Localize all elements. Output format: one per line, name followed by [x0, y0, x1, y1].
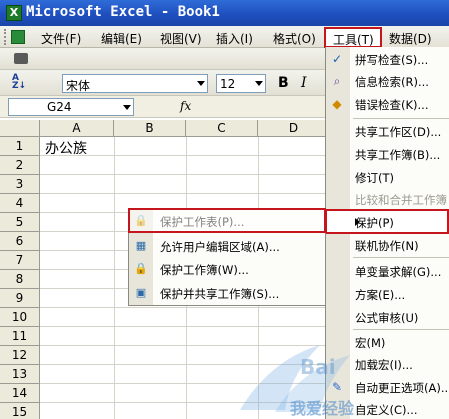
error-check-icon: ◆ [332, 97, 342, 111]
chevron-down-icon[interactable] [197, 81, 205, 86]
column-header-d[interactable]: D [258, 120, 330, 137]
menu-item-autocorrect[interactable]: 自动更正选项(A)... [355, 380, 449, 396]
menu-view[interactable]: 视图(V) [160, 30, 202, 47]
submenu-item-protect-workbook[interactable]: 保护工作簿(W)... [160, 262, 249, 278]
menu-item-spellcheck[interactable]: 拼写检查(S)... [355, 52, 428, 68]
menu-tools-label: 工具(T) [333, 33, 374, 47]
name-box-value: G24 [47, 100, 72, 114]
menu-item-goal-seek[interactable]: 单变量求解(G)... [355, 264, 441, 280]
italic-button[interactable]: I [301, 75, 307, 91]
insert-function-button[interactable]: fx [180, 99, 191, 113]
standard-toolbar [0, 48, 325, 70]
chevron-right-icon [355, 218, 360, 226]
submenu-item-protect-share[interactable]: 保护并共享工作簿(S)... [160, 286, 279, 302]
menubar-grip-icon[interactable] [4, 29, 7, 45]
submenu-highlight[interactable] [128, 208, 326, 233]
font-size-select[interactable]: 12 [216, 74, 266, 93]
menu-separator [353, 329, 449, 330]
menu-file[interactable]: 文件(F) [41, 30, 81, 47]
window-title: Microsoft Excel - Book1 [26, 4, 220, 20]
menu-item-protect-label: 保护(P) [355, 216, 394, 230]
menu-item-formula-auditing[interactable]: 公式审核(U) [355, 310, 418, 326]
menu-item-online-collab[interactable]: 联机协作(N) [355, 238, 419, 254]
autocorrect-icon: ✎ [331, 380, 343, 394]
menu-separator [353, 118, 449, 119]
select-all-corner[interactable] [0, 120, 40, 137]
row-header-14[interactable]: 14 [0, 384, 40, 403]
allow-edit-ranges-icon: ▦ [135, 239, 147, 252]
gridline [114, 137, 115, 419]
menu-format[interactable]: 格式(O) [273, 30, 316, 47]
row-header-9[interactable]: 9 [0, 289, 40, 308]
spellcheck-icon: ✓ [331, 52, 343, 66]
submenu-item-allow-edit[interactable]: 允许用户编辑区域(A)... [160, 239, 280, 255]
menu-insert[interactable]: 插入(I) [216, 30, 253, 47]
menu-item-compare-merge: 比较和合并工作簿 [355, 193, 447, 207]
column-header-a[interactable]: A [40, 120, 114, 137]
column-header-b[interactable]: B [114, 120, 186, 137]
protect-workbook-icon: 🔒 [134, 262, 148, 275]
bold-button[interactable]: B [278, 75, 289, 91]
menu-item-customize[interactable]: 自定义(C)... [355, 402, 417, 418]
row-header-12[interactable]: 12 [0, 346, 40, 365]
row-header-2[interactable]: 2 [0, 156, 40, 175]
menu-item-error-check[interactable]: 错误检查(K)... [355, 97, 428, 113]
menu-item-share-workbook[interactable]: 共享工作簿(B)... [355, 147, 440, 163]
row-header-11[interactable]: 11 [0, 327, 40, 346]
row-header-5[interactable]: 5 [0, 213, 40, 232]
menu-item-protect[interactable]: 保护(P) [325, 209, 449, 234]
menu-item-shared-workspace[interactable]: 共享工作区(D)... [355, 124, 441, 140]
column-header-c[interactable]: C [186, 120, 258, 137]
research-icon: ⌕ [333, 74, 341, 88]
menu-item-macro[interactable]: 宏(M) [355, 335, 385, 351]
cell-a1[interactable]: 办公族 [45, 138, 87, 158]
chevron-down-icon[interactable] [255, 81, 263, 86]
menu-item-research[interactable]: 信息检索(R)... [355, 74, 429, 90]
sort-ascending-icon[interactable]: A Z↓ [12, 74, 30, 92]
row-header-8[interactable]: 8 [0, 270, 40, 289]
row-header-6[interactable]: 6 [0, 232, 40, 251]
row-header-4[interactable]: 4 [0, 194, 40, 213]
font-name-select[interactable]: 宋体 [62, 74, 208, 93]
excel-icon[interactable]: X [6, 5, 22, 21]
row-header-10[interactable]: 10 [0, 308, 40, 327]
watermark-text: 我爱经验 [290, 399, 355, 418]
row-header-13[interactable]: 13 [0, 365, 40, 384]
row-header-1[interactable]: 1 [0, 137, 40, 156]
menu-item-scenarios[interactable]: 方案(E)... [355, 287, 405, 303]
menu-edit[interactable]: 编辑(E) [101, 30, 142, 47]
menu-item-track-changes[interactable]: 修订(T) [355, 170, 394, 186]
menu-data[interactable]: 数据(D) [389, 30, 432, 47]
menu-separator [353, 257, 449, 258]
chevron-down-icon[interactable] [123, 105, 131, 110]
workbook-icon[interactable] [11, 30, 25, 44]
menu-tools[interactable]: 工具(T) [324, 27, 382, 48]
row-header-3[interactable]: 3 [0, 175, 40, 194]
protect-share-icon: ▣ [135, 286, 147, 299]
row-header-15[interactable]: 15 [0, 403, 40, 419]
camera-icon[interactable] [14, 53, 28, 64]
font-name-value: 宋体 [66, 79, 91, 93]
font-size-value: 12 [220, 77, 236, 91]
watermark-brand: Bai [300, 355, 336, 379]
name-box[interactable]: G24 [8, 98, 134, 116]
menu-item-addins[interactable]: 加载宏(I)... [355, 357, 413, 373]
row-header-7[interactable]: 7 [0, 251, 40, 270]
